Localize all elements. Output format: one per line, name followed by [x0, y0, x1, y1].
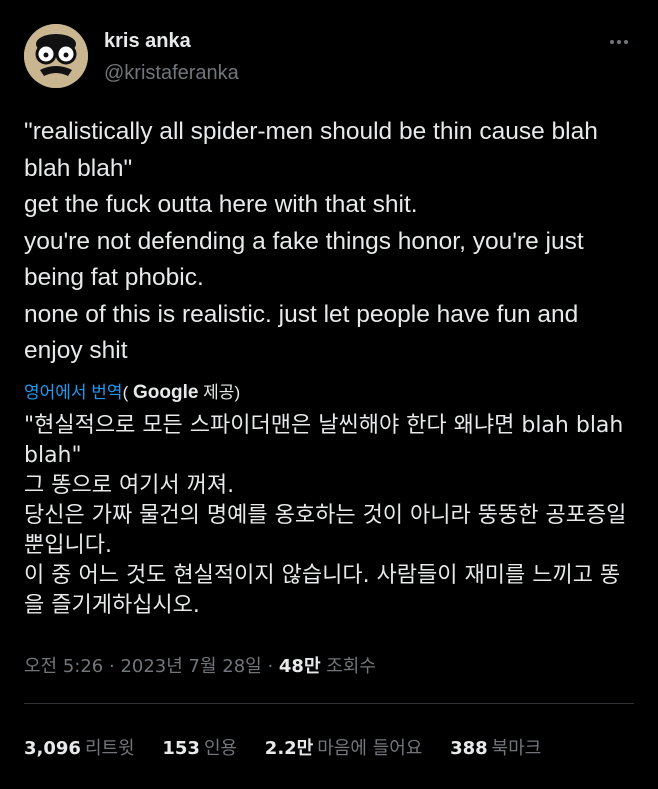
meta-separator: · [261, 656, 279, 677]
tweet-line: "realistically all spider-men should be … [24, 118, 598, 182]
more-horizontal-icon[interactable] [604, 30, 634, 54]
tweet-time[interactable]: 오전 5:26 [24, 656, 103, 677]
translation-attribution: 영어에서 번역( Google 제공) [24, 378, 240, 404]
engagement-stats: 3,096 리트윗 153 인용 2.2만 마음에 들어요 388 북마크 [24, 734, 563, 760]
display-name[interactable]: kris anka [104, 30, 191, 53]
likes-stat[interactable]: 2.2만 마음에 들어요 [265, 734, 423, 760]
bookmarks-label: 북마크 [491, 738, 542, 759]
translated-line: 당신은 가짜 물건의 명예를 옹호하는 것이 아니라 뚱뚱한 공포증일 뿐입니다… [24, 503, 627, 558]
translated-line: "현실적으로 모든 스파이더맨은 날씬해야 한다 왜냐면 blah blah b… [24, 413, 624, 468]
tweet-header: kris anka @kristaferanka [24, 24, 634, 94]
translated-line: 그 똥으로 여기서 꺼져. [24, 473, 235, 498]
tweet-text: "realistically all spider-men should be … [24, 114, 634, 370]
bookmarks-stat[interactable]: 388 북마크 [450, 734, 541, 760]
view-count: 48만 [278, 656, 321, 677]
user-handle[interactable]: @kristaferanka [104, 62, 239, 85]
google-logo: Google [132, 382, 199, 403]
likes-label: 마음에 들어요 [317, 738, 423, 759]
translated-from-link[interactable]: 영어에서 번역 [24, 383, 123, 402]
translated-text: "현실적으로 모든 스파이더맨은 날씬해야 한다 왜냐면 blah blah b… [24, 411, 634, 621]
retweets-count: 3,096 [24, 738, 81, 759]
tweet-meta: 오전 5:26 · 2023년 7월 28일 · 48만 조회수 [24, 652, 376, 678]
tweet-line: get the fuck outta here with that shit. [24, 191, 418, 218]
meta-separator: · [103, 656, 121, 677]
avatar-image [24, 24, 88, 88]
quotes-count: 153 [162, 738, 200, 759]
likes-count: 2.2만 [264, 738, 314, 759]
retweets-stat[interactable]: 3,096 리트윗 [24, 734, 135, 760]
translated-line: 이 중 어느 것도 현실적이지 않습니다. 사람들이 재미를 느끼고 똥을 즐기… [24, 563, 621, 618]
quotes-label: 인용 [203, 738, 238, 759]
tweet-line: you're not defending a fake things honor… [24, 227, 584, 292]
paren-open: ( [122, 383, 129, 402]
provider-suffix: 제공) [198, 383, 241, 402]
retweets-label: 리트윗 [84, 738, 135, 759]
tweet-line: none of this is realistic. just let peop… [24, 300, 579, 365]
bookmarks-count: 388 [450, 738, 488, 759]
avatar[interactable] [24, 24, 88, 88]
divider [24, 703, 634, 704]
tweet-date[interactable]: 2023년 7월 28일 [120, 656, 261, 677]
quotes-stat[interactable]: 153 인용 [162, 734, 237, 760]
view-label: 조회수 [320, 656, 376, 677]
